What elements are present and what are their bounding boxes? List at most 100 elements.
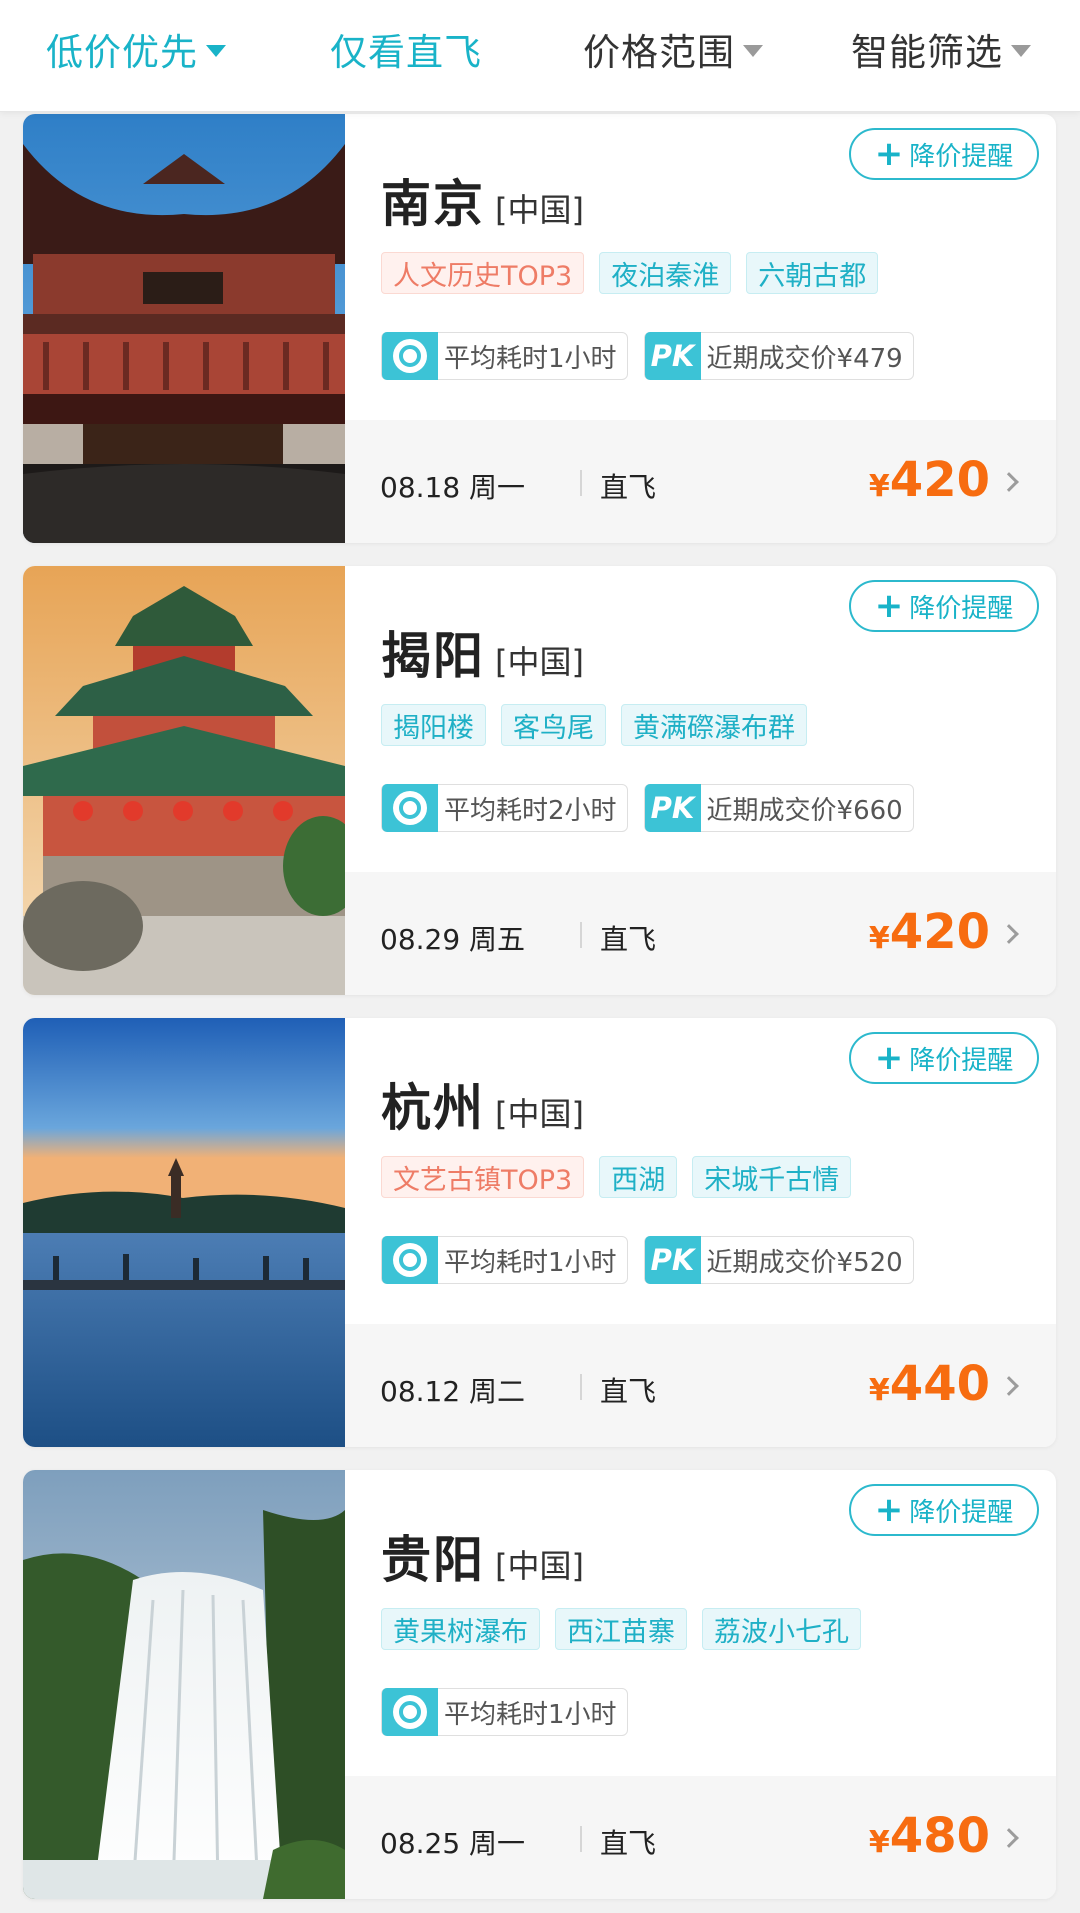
flight-date: 08.25 周一 [380, 1827, 526, 1860]
filter-low-price-first[interactable]: 低价优先 [46, 24, 226, 74]
chevron-right-icon[interactable] [999, 472, 1019, 492]
clock-icon [382, 1688, 438, 1736]
filter-price-range[interactable]: 价格范围 [583, 24, 763, 74]
chevron-right-icon[interactable] [999, 1828, 1019, 1848]
flight-row[interactable]: 08.25 周一 直飞 ¥480 [345, 1776, 1056, 1899]
destination-card[interactable]: + 降价提醒 杭州 [中国] 文艺古镇TOP3 西湖 宋城千古情 平均耗时1小时… [23, 1018, 1056, 1447]
price-alert-button[interactable]: + 降价提醒 [849, 128, 1039, 180]
plus-icon: + [874, 1490, 904, 1530]
tag-badge: 客鸟尾 [501, 704, 606, 746]
city-name: 贵阳 [381, 1531, 485, 1589]
price-value: 420 [889, 452, 990, 508]
tag-badge: 西江苗寨 [555, 1608, 687, 1650]
duration-info: 平均耗时1小时 [381, 332, 628, 380]
caret-down-icon [1011, 45, 1031, 57]
flight-price: ¥480 [869, 1808, 990, 1864]
tag-list: 揭阳楼 客鸟尾 黄满磜瀑布群 [381, 704, 822, 746]
currency-symbol: ¥ [868, 1825, 890, 1860]
price-value: 480 [889, 1808, 990, 1864]
duration-text: 平均耗时1小时 [444, 1247, 617, 1278]
duration-text: 平均耗时1小时 [444, 343, 617, 374]
currency-symbol: ¥ [868, 1373, 890, 1408]
tag-badge: 西湖 [599, 1156, 678, 1198]
destination-photo-nanjing [23, 114, 345, 543]
destination-photo-hangzhou [23, 1018, 345, 1447]
flight-price: ¥440 [869, 1356, 990, 1412]
flight-date: 08.12 周二 [380, 1375, 526, 1408]
filter-label: 价格范围 [583, 31, 735, 74]
tag-list: 文艺古镇TOP3 西湖 宋城千古情 [381, 1156, 866, 1198]
filter-direct-only[interactable]: 仅看直飞 [330, 24, 482, 74]
destination-photo-guiyang [23, 1470, 345, 1899]
country-name: [中国] [495, 1095, 584, 1133]
price-alert-button[interactable]: + 降价提醒 [849, 1032, 1039, 1084]
caret-down-icon [743, 45, 763, 57]
flight-type: 直飞 [600, 923, 657, 956]
country-name: [中国] [495, 191, 584, 229]
clock-icon [382, 1236, 438, 1284]
destination-photo-jieyang [23, 566, 345, 995]
currency-symbol: ¥ [868, 469, 890, 504]
destination-card[interactable]: + 降价提醒 揭阳 [中国] 揭阳楼 客鸟尾 黄满磜瀑布群 平均耗时2小时 PK… [23, 566, 1056, 995]
city-title: 贵阳 [中国] [381, 1520, 584, 1592]
price-value: 420 [889, 904, 990, 960]
divider [580, 470, 582, 496]
price-alert-button[interactable]: + 降价提醒 [849, 1484, 1039, 1536]
tag-badge: 揭阳楼 [381, 704, 486, 746]
tag-badge: 宋城千古情 [692, 1156, 852, 1198]
alert-label: 降价提醒 [909, 141, 1014, 172]
alert-label: 降价提醒 [909, 1045, 1014, 1076]
flight-date: 08.18 周一 [380, 471, 526, 504]
city-title: 南京 [中国] [381, 164, 584, 236]
flight-type: 直飞 [600, 1827, 657, 1860]
destination-card[interactable]: + 降价提醒 贵阳 [中国] 黄果树瀑布 西江苗寨 荔波小七孔 平均耗时1小时 … [23, 1470, 1056, 1899]
tag-list: 人文历史TOP3 夜泊秦淮 六朝古都 [381, 252, 893, 294]
duration-info: 平均耗时1小时 [381, 1236, 628, 1284]
city-name: 揭阳 [381, 627, 485, 685]
destination-card[interactable]: + 降价提醒 南京 [中国] 人文历史TOP3 夜泊秦淮 六朝古都 平均耗时1小… [23, 114, 1056, 543]
recent-price-text: 近期成交价¥479 [706, 343, 903, 374]
filter-smart[interactable]: 智能筛选 [851, 24, 1031, 74]
info-row: 平均耗时1小时 PK 近期成交价¥520 [381, 1236, 930, 1284]
flight-row[interactable]: 08.12 周二 直飞 ¥440 [345, 1324, 1056, 1447]
tag-badge: 黄果树瀑布 [381, 1608, 540, 1650]
flight-price: ¥420 [869, 452, 990, 508]
divider [580, 922, 582, 948]
info-row: 平均耗时2小时 PK 近期成交价¥660 [381, 784, 930, 832]
filter-bar: 低价优先 仅看直飞 价格范围 智能筛选 [0, 0, 1080, 112]
pk-icon: PK [644, 1236, 701, 1284]
clock-icon [382, 332, 438, 380]
country-name: [中国] [495, 643, 584, 681]
caret-down-icon [206, 45, 226, 57]
city-title: 杭州 [中国] [381, 1068, 584, 1140]
divider [580, 1374, 582, 1400]
tag-badge: 荔波小七孔 [702, 1608, 861, 1650]
chevron-right-icon[interactable] [999, 924, 1019, 944]
tag-list: 黄果树瀑布 西江苗寨 荔波小七孔 [381, 1608, 876, 1650]
tag-badge: 六朝古都 [746, 252, 879, 294]
city-name: 南京 [381, 175, 485, 233]
recent-price-text: 近期成交价¥520 [706, 1247, 903, 1278]
clock-icon [382, 784, 438, 832]
recent-price-text: 近期成交价¥660 [706, 795, 903, 826]
info-row: 平均耗时1小时 PK 近期成交价¥479 [381, 332, 930, 380]
price-value: 440 [889, 1356, 990, 1412]
filter-label: 智能筛选 [851, 31, 1003, 74]
flight-type: 直飞 [600, 1375, 657, 1408]
duration-text: 平均耗时1小时 [444, 1699, 617, 1730]
chevron-right-icon[interactable] [999, 1376, 1019, 1396]
tag-badge: 文艺古镇TOP3 [381, 1156, 585, 1198]
tag-badge: 夜泊秦淮 [599, 252, 732, 294]
price-alert-button[interactable]: + 降价提醒 [849, 580, 1039, 632]
duration-text: 平均耗时2小时 [444, 795, 617, 826]
flight-row[interactable]: 08.18 周一 直飞 ¥420 [345, 420, 1056, 543]
filter-label: 仅看直飞 [330, 31, 482, 74]
flight-row[interactable]: 08.29 周五 直飞 ¥420 [345, 872, 1056, 995]
recent-price-info: PK 近期成交价¥520 [643, 1236, 914, 1284]
plus-icon: + [874, 1038, 904, 1078]
currency-symbol: ¥ [868, 921, 890, 956]
duration-info: 平均耗时1小时 [381, 1688, 628, 1736]
tag-badge: 黄满磜瀑布群 [621, 704, 807, 746]
pk-icon: PK [644, 784, 701, 832]
alert-label: 降价提醒 [909, 1497, 1014, 1528]
